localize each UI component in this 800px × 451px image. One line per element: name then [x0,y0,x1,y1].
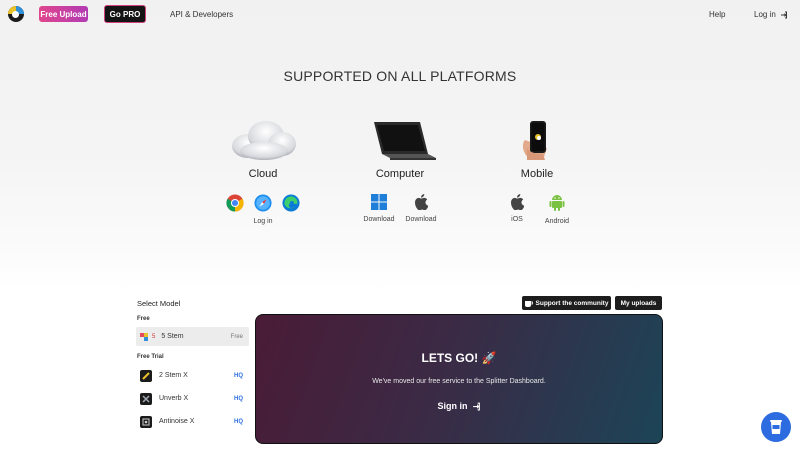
buy-coffee-button[interactable] [761,412,791,442]
model-tag: HQ [234,372,243,379]
help-link[interactable]: Help [709,10,725,19]
windows-download-label[interactable]: Download [363,216,394,223]
page-heading: SUPPORTED ON ALL PLATFORMS [283,68,517,84]
ios-label[interactable]: iOS [511,216,523,223]
free-upload-button[interactable]: Free Upload [39,6,88,22]
android-icon[interactable] [549,194,565,212]
model-name: 5 Stem [161,333,184,340]
my-uploads-button[interactable]: My uploads [615,296,662,310]
login-icon [472,402,480,410]
stems-icon [140,331,148,343]
model-tag: HQ [234,395,243,402]
model-tag: HQ [234,418,243,425]
cloud-icon [232,121,296,160]
platform-computer: Computer Download Download [340,118,460,223]
apple-icon[interactable] [414,194,428,210]
model-unverb-icon [140,392,152,405]
splitter-promo-card: LETS GO! 🚀 We've moved our free service … [255,314,663,444]
platform-mobile: Mobile iOS Android [477,118,597,225]
mobile-title: Mobile [520,168,554,180]
model-2-stem-icon [140,369,152,382]
login-label: Log in [754,10,776,19]
login-icon [780,11,787,18]
coffee-cup-icon [524,300,533,307]
model-item-antinoise-x[interactable]: Antinoise X HQ [136,412,249,431]
sign-in-button[interactable]: Sign in [256,401,662,411]
model-tag: Free [230,333,243,340]
phone-icon [522,121,547,160]
platform-cloud: Cloud Log in [203,118,323,225]
model-antinoise-icon [140,415,152,428]
windows-icon[interactable] [371,194,387,210]
trial-group-label: Free Trial [137,354,164,360]
model-name: Antinoise X [159,418,195,425]
card-subtitle: We've moved our free service to the Spli… [372,378,546,385]
apple-icon[interactable] [510,194,524,210]
support-label: Support the community [535,299,609,307]
card-title: LETS GO! 🚀 [421,351,497,365]
select-model-title: Select Model [137,299,181,308]
go-pro-button[interactable]: Go PRO [104,5,146,23]
support-community-button[interactable]: Support the community [522,296,611,310]
model-name: 2 Stem X [159,372,188,379]
cloud-title: Cloud [248,168,278,180]
top-bar: Free Upload Go PRO API & Developers Help… [0,0,800,30]
edge-icon[interactable] [282,194,300,212]
logo-icon[interactable] [8,6,24,22]
model-item-2-stem-x[interactable]: 2 Stem X HQ [136,366,249,385]
laptop-icon [374,122,436,160]
model-badge: 5 [152,333,156,340]
model-name: Unverb X [159,395,189,402]
chrome-icon[interactable] [226,194,244,212]
safari-icon[interactable] [254,194,272,212]
mac-download-label[interactable]: Download [405,216,436,223]
cloud-login-label[interactable]: Log in [253,218,272,225]
model-item-unverb-x[interactable]: Unverb X HQ [136,389,249,408]
android-label[interactable]: Android [545,218,569,225]
coffee-cup-icon [770,420,782,434]
free-group-label: Free [137,316,150,322]
login-link[interactable]: Log in [754,10,788,19]
api-developers-link[interactable]: API & Developers [170,10,233,19]
sign-in-label: Sign in [437,401,468,411]
model-item-5-stem[interactable]: 5 5 Stem Free [136,327,249,346]
computer-title: Computer [375,168,425,180]
